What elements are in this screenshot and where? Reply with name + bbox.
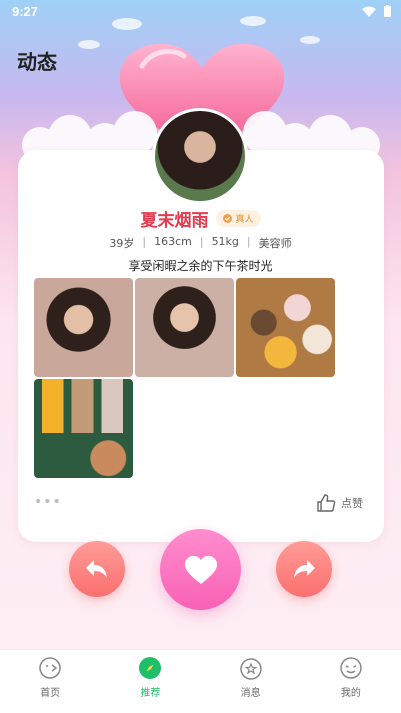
profile-info-row: 39岁 | 163cm | 51kg | 美容师	[0, 235, 401, 251]
tab-messages[interactable]: 消息	[201, 650, 301, 713]
undo-arrow-icon	[86, 560, 107, 578]
battery-icon	[384, 5, 391, 17]
message-star-icon	[239, 658, 262, 680]
tab-mine[interactable]: 我的	[301, 650, 401, 713]
profile-face-icon	[340, 657, 362, 679]
tab-label: 消息	[240, 688, 261, 699]
job-value: 美容师	[258, 237, 292, 250]
status-time: 9:27	[12, 4, 39, 19]
tab-label: 我的	[340, 688, 361, 699]
home-smile-icon	[39, 657, 61, 679]
cloud-decoration	[240, 16, 266, 26]
cloud-decoration	[78, 40, 100, 49]
cloud-decoration	[300, 36, 320, 44]
tab-label: 推荐	[140, 688, 161, 699]
like-action[interactable]: 点赞	[316, 493, 363, 513]
divider: |	[246, 235, 251, 248]
like-label: 点赞	[341, 497, 363, 510]
photo-thumbnail[interactable]	[236, 278, 335, 377]
photo-thumbnail[interactable]	[34, 379, 133, 478]
user-name: 夏末烟雨	[140, 211, 209, 231]
like-heart-button[interactable]	[160, 529, 241, 610]
bottom-tab-bar: 首页 推荐 消息 我的	[0, 649, 401, 713]
tab-label: 首页	[40, 688, 61, 699]
photo-thumbnail[interactable]	[34, 278, 133, 377]
status-bar: 9:27	[0, 0, 401, 24]
page-title: 动态	[17, 50, 57, 74]
previous-button[interactable]	[69, 541, 125, 597]
compass-icon	[139, 657, 162, 679]
avatar[interactable]	[152, 108, 248, 204]
tab-recommend[interactable]: 推荐	[100, 650, 200, 713]
divider: |	[142, 235, 147, 248]
weight-value: 51kg	[211, 235, 239, 248]
photo-thumbnail[interactable]	[135, 278, 234, 377]
height-value: 163cm	[154, 235, 192, 248]
more-options-icon[interactable]: •••	[34, 494, 62, 510]
heart-icon	[184, 555, 217, 584]
wifi-icon	[362, 6, 376, 17]
thumbs-up-icon	[317, 494, 336, 512]
verified-icon	[223, 214, 233, 223]
bio-text: 享受闲暇之余的下午茶时光	[128, 259, 273, 273]
tab-home[interactable]: 首页	[0, 650, 100, 713]
next-button[interactable]	[276, 541, 332, 597]
age-value: 39岁	[109, 237, 135, 250]
verified-badge: 真人	[216, 210, 261, 227]
name-row: 夏末烟雨 真人	[0, 206, 401, 231]
divider: |	[199, 235, 204, 248]
verified-badge-label: 真人	[235, 215, 254, 225]
share-arrow-icon	[294, 560, 315, 578]
status-icons	[362, 5, 391, 17]
cloud-decoration	[112, 18, 142, 30]
